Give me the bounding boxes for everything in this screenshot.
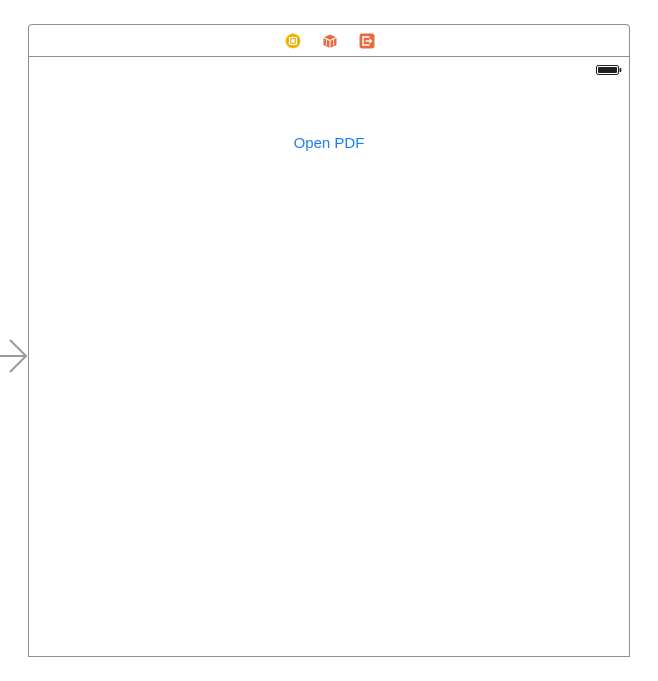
open-pdf-button[interactable]: Open PDF	[279, 129, 379, 159]
view-controller-scene[interactable]: Open PDF	[28, 24, 630, 657]
status-bar	[29, 57, 629, 77]
exit-icon[interactable]	[359, 33, 375, 49]
scene-dock	[29, 25, 629, 57]
first-responder-icon[interactable]	[322, 33, 338, 49]
entry-point-arrow-icon[interactable]	[0, 338, 28, 374]
storyboard-canvas: Open PDF	[0, 0, 658, 681]
view-controller-icon[interactable]	[285, 33, 301, 49]
main-view: Open PDF	[29, 57, 629, 656]
battery-icon	[596, 62, 622, 75]
